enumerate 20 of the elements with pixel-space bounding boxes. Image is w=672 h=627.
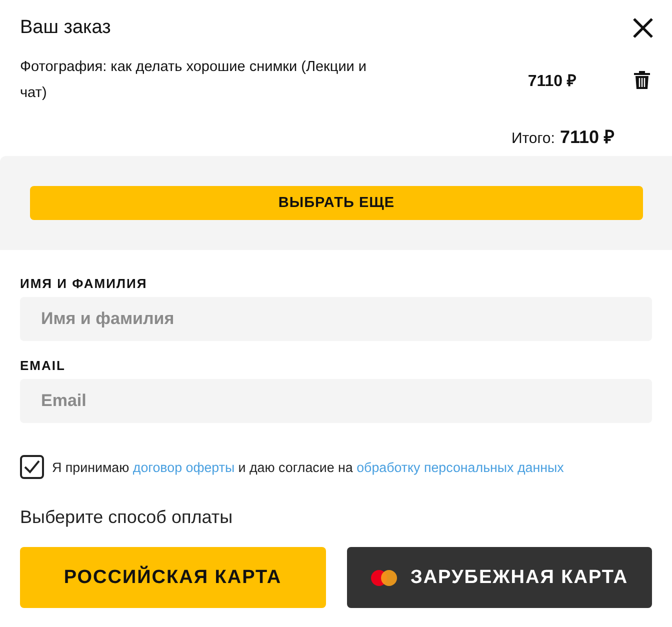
delete-button[interactable]: [634, 70, 650, 90]
payment-prompt: Выберите способ оплаты: [20, 507, 234, 528]
foreign-card-button[interactable]: ЗАРУБЕЖНАЯ КАРТА: [346, 547, 652, 608]
choose-more-button[interactable]: ВЫБРАТЬ ЕЩЕ: [30, 186, 643, 220]
consent-text: Я принимаю договор оферты и даю согласие на обработку персональных данных: [52, 460, 564, 474]
field-label: EMAIL: [20, 358, 66, 373]
field-label: ИМЯ И ФАМИЛИЯ: [20, 276, 148, 291]
total-value: 7110 ₽: [560, 126, 614, 148]
input-field[interactable]: Имя и фамилия: [20, 297, 652, 341]
close-button[interactable]: [632, 17, 654, 39]
russian-card-button[interactable]: РОССИЙСКАЯ КАРТА: [20, 547, 326, 608]
dialog-title: Ваш заказ: [20, 17, 111, 39]
consent-checkbox[interactable]: [20, 455, 44, 479]
item-price: 7110 ₽: [528, 72, 576, 91]
input-field[interactable]: Email: [20, 379, 652, 423]
trash-icon: [634, 70, 650, 90]
item-name: Фотография: как делать хорошие снимки (Лекции и чат): [20, 58, 368, 103]
total-label: Итого:: [511, 130, 555, 147]
close-icon: [632, 17, 654, 39]
card-logo-icon: [370, 568, 398, 586]
